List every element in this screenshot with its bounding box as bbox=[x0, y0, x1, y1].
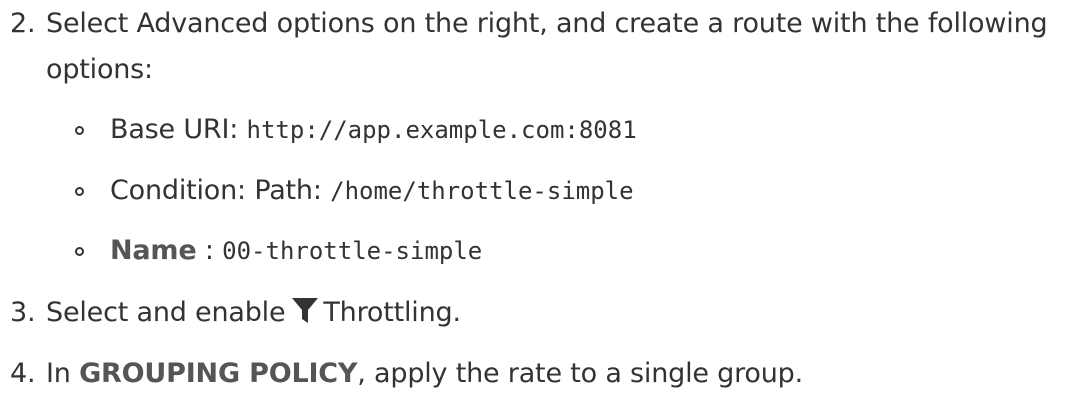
option-separator: : bbox=[204, 235, 214, 266]
option-label: Base URI: bbox=[110, 114, 239, 145]
bullet-icon bbox=[75, 126, 84, 135]
option-label: Name bbox=[110, 235, 197, 266]
option-item: Condition: Path: /home/throttle-simple bbox=[110, 174, 634, 208]
bullet-icon bbox=[75, 187, 84, 196]
option-value: http://app.example.com:8081 bbox=[246, 116, 637, 144]
filter-icon bbox=[291, 296, 319, 333]
step-text: Select and enable Throttling. bbox=[46, 296, 461, 333]
step-text-before: Select and enable bbox=[46, 297, 286, 328]
step-text-after: , apply the rate to a single group. bbox=[357, 358, 803, 389]
option-value: 00-throttle-simple bbox=[222, 237, 483, 265]
step-text-after: Throttling. bbox=[323, 297, 461, 328]
bullet-icon bbox=[75, 247, 84, 256]
step-number: 2. bbox=[10, 8, 36, 39]
option-value: /home/throttle-simple bbox=[330, 177, 634, 205]
option-label: Condition: Path: bbox=[110, 175, 322, 206]
step-number: 3. bbox=[10, 297, 36, 328]
option-item: Name : 00-throttle-simple bbox=[110, 234, 482, 268]
step-text-continued: options: bbox=[46, 54, 153, 85]
step-text: Select Advanced options on the right, an… bbox=[46, 8, 1048, 39]
option-item: Base URI: http://app.example.com:8081 bbox=[110, 113, 637, 147]
grouping-policy-label: GROUPING POLICY bbox=[79, 358, 358, 389]
step-text: In GROUPING POLICY, apply the rate to a … bbox=[46, 357, 803, 391]
step-number: 4. bbox=[10, 358, 36, 389]
step-text-before: In bbox=[46, 358, 71, 389]
